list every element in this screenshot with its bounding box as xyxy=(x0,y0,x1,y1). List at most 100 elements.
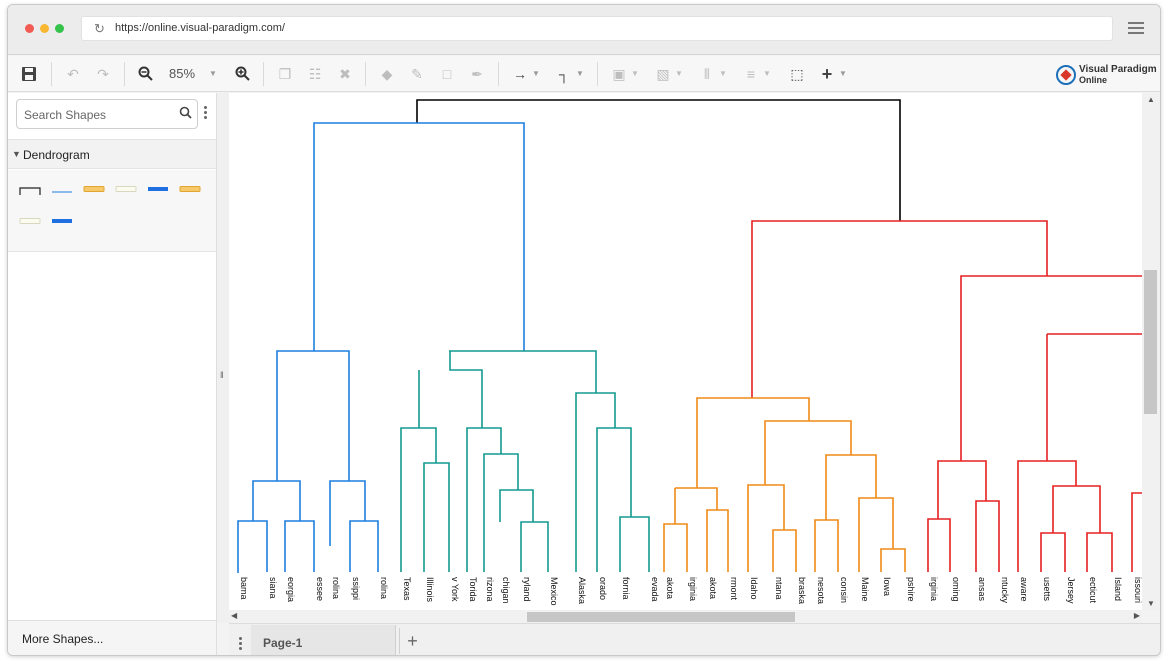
scroll-up-icon[interactable]: ▲ xyxy=(1147,95,1155,104)
brand-subtitle: Online xyxy=(1079,75,1108,85)
delete-icon[interactable]: ✖ xyxy=(334,56,356,92)
more-shapes-label: More Shapes... xyxy=(22,632,104,646)
shape-yellow-bar-2[interactable] xyxy=(179,185,201,193)
leaf-label: ansas xyxy=(977,577,987,602)
leaf-label: v York xyxy=(450,577,460,602)
waypoint-style-icon[interactable]: ┐ xyxy=(553,56,575,92)
leaf-labels: bama siana eorgia essee rolina ssippi rolina Te… xyxy=(239,577,1142,606)
align-chevron-down-icon[interactable]: ▼ xyxy=(718,56,728,92)
add-icon[interactable]: + xyxy=(816,56,838,92)
scroll-right-icon[interactable]: ▶ xyxy=(1134,611,1140,620)
leaf-label: usetts xyxy=(1042,577,1052,602)
teal-cluster[interactable] xyxy=(400,350,650,572)
scroll-left-icon[interactable]: ◀ xyxy=(231,611,237,620)
paste-icon[interactable]: ☷ xyxy=(304,56,326,92)
minimize-window-dot[interactable] xyxy=(40,24,49,33)
shape-blue-bar-2[interactable] xyxy=(51,217,73,225)
search-icon[interactable] xyxy=(179,106,192,122)
shape-blue-line-thin[interactable] xyxy=(51,188,73,194)
leaf-label: ryland xyxy=(522,577,532,602)
category-label: Dendrogram xyxy=(23,148,90,162)
panel-options-icon[interactable] xyxy=(204,106,207,121)
fill-color-icon[interactable]: ◆ xyxy=(376,56,398,92)
panel-splitter[interactable]: ‖ xyxy=(217,93,229,623)
shadow-icon[interactable]: □ xyxy=(436,56,458,92)
connector-style-icon[interactable]: → xyxy=(509,56,531,92)
arrange-icon[interactable]: ▧ xyxy=(652,56,674,92)
browser-menu-icon[interactable] xyxy=(1128,22,1144,34)
leaf-label: irginia xyxy=(929,577,939,601)
root-link[interactable] xyxy=(416,99,901,221)
shape-yellow-bar[interactable] xyxy=(83,185,105,193)
search-placeholder: Search Shapes xyxy=(24,108,107,122)
vertical-scrollbar[interactable]: ▲ ▼ xyxy=(1142,93,1160,610)
copy-icon[interactable]: ❐ xyxy=(274,56,296,92)
leaf-label: rolina xyxy=(331,577,341,599)
more-shapes-button[interactable]: More Shapes... xyxy=(8,620,216,655)
distribute-chevron-down-icon[interactable]: ▼ xyxy=(762,56,772,92)
address-bar[interactable]: ↻ https://online.visual-paradigm.com/ xyxy=(81,16,1113,41)
search-shapes-input[interactable]: Search Shapes xyxy=(16,99,198,129)
page-menu-icon[interactable] xyxy=(239,637,242,652)
leaf-label: consin xyxy=(839,577,849,603)
maximize-window-dot[interactable] xyxy=(55,24,64,33)
blue-cluster[interactable] xyxy=(237,122,525,573)
shape-panel: Search Shapes ▼ Dendrogram More Shapes..… xyxy=(8,93,217,655)
horizontal-scrollbar[interactable]: ◀ ▶ xyxy=(229,610,1142,623)
page-tab-label: Page-1 xyxy=(263,636,303,650)
leaf-label: fornia xyxy=(621,577,631,600)
arrange-chevron-down-icon[interactable]: ▼ xyxy=(674,56,684,92)
leaf-label: issouri xyxy=(1133,577,1142,603)
red-cluster[interactable] xyxy=(751,220,1142,572)
close-window-dot[interactable] xyxy=(25,24,34,33)
leaf-label: Alaska xyxy=(577,577,587,604)
leaf-label: nesota xyxy=(816,577,826,604)
align-icon[interactable]: ⫴ xyxy=(696,56,718,92)
horizontal-scroll-thumb[interactable] xyxy=(527,612,795,622)
leaf-label: ecticut xyxy=(1088,577,1098,604)
redo-icon[interactable]: ↷ xyxy=(92,56,114,92)
shape-palette xyxy=(8,170,216,252)
line-color-icon[interactable]: ✎ xyxy=(406,56,428,92)
dendrogram[interactable]: bama siana eorgia essee rolina ssippi rolina Te… xyxy=(229,93,1142,622)
category-dendrogram[interactable]: ▼ Dendrogram xyxy=(8,139,216,169)
group-chevron-down-icon[interactable]: ▼ xyxy=(630,56,640,92)
orange-cluster[interactable] xyxy=(663,397,906,572)
browser-chrome: ↻ https://online.visual-paradigm.com/ xyxy=(8,5,1160,55)
leaf-label: siana xyxy=(268,577,278,599)
reload-icon[interactable]: ↻ xyxy=(94,21,105,37)
leaf-label: Illinois xyxy=(425,577,435,603)
leaf-label: braska xyxy=(797,577,807,604)
add-page-icon[interactable]: + xyxy=(399,628,425,654)
leaf-label: Torida xyxy=(468,577,478,602)
waypoint-style-chevron-down-icon[interactable]: ▼ xyxy=(575,56,585,92)
distribute-icon[interactable]: ≡ xyxy=(740,56,762,92)
undo-icon[interactable]: ↶ xyxy=(62,56,84,92)
format-painter-icon[interactable]: ✒ xyxy=(466,56,488,92)
url-text: https://online.visual-paradigm.com/ xyxy=(115,22,285,34)
tab-page-1[interactable]: Page-1 xyxy=(251,625,396,655)
group-icon[interactable]: ▣ xyxy=(608,56,630,92)
leaf-label: ssippi xyxy=(351,577,361,600)
shape-pale-bar[interactable] xyxy=(115,185,137,193)
zoom-out-icon[interactable] xyxy=(134,56,156,92)
leaf-label: Jersey xyxy=(1066,577,1076,604)
shape-pale-bar-2[interactable] xyxy=(19,217,41,225)
save-icon[interactable] xyxy=(18,56,40,92)
diagram-canvas[interactable]: bama siana eorgia essee rolina ssippi rolina Te… xyxy=(229,93,1142,622)
vertical-scroll-thumb[interactable] xyxy=(1144,270,1157,414)
zoom-level[interactable]: 85% xyxy=(164,56,200,92)
leaf-label: rolina xyxy=(379,577,389,599)
add-chevron-down-icon[interactable]: ▼ xyxy=(838,56,848,92)
splitter-grip-icon[interactable]: ‖ xyxy=(220,370,224,380)
select-all-icon[interactable]: ⬚ xyxy=(786,56,808,92)
zoom-dropdown-chevron-down-icon[interactable]: ▼ xyxy=(207,56,219,92)
collapse-chevron-icon[interactable]: ▼ xyxy=(12,149,21,159)
leaf-label: pshire xyxy=(906,577,916,602)
scroll-down-icon[interactable]: ▼ xyxy=(1147,599,1155,608)
zoom-in-icon[interactable] xyxy=(231,56,253,92)
shape-blue-bar[interactable] xyxy=(147,185,169,193)
shape-dendrogram-connector[interactable] xyxy=(19,184,41,196)
connector-style-chevron-down-icon[interactable]: ▼ xyxy=(531,56,541,92)
leaf-label: Maine xyxy=(860,577,870,602)
